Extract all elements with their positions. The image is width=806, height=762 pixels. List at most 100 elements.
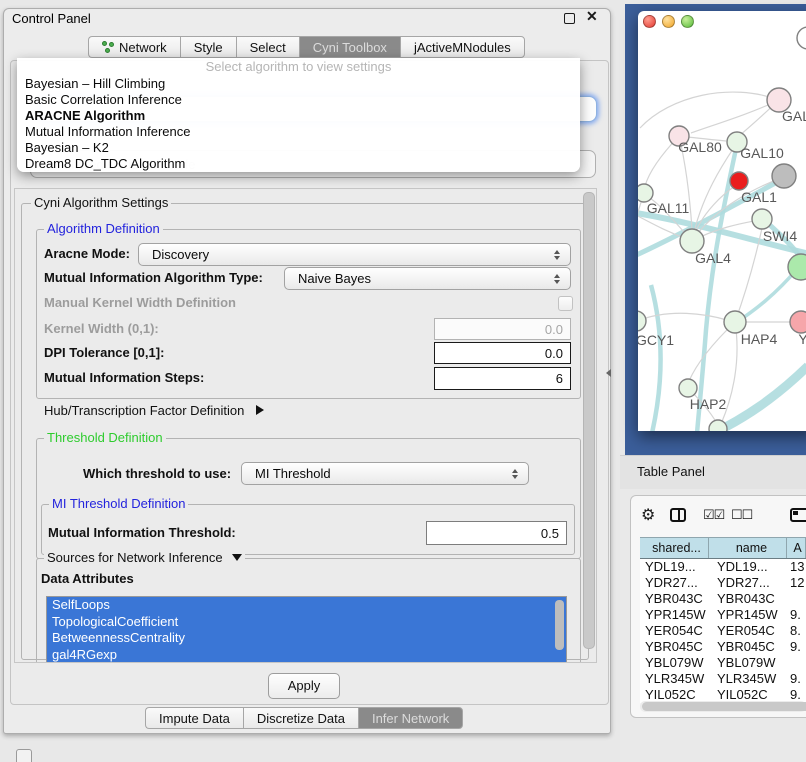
- table-header-row: shared...nameA: [640, 537, 806, 559]
- node-label: GAL4: [695, 250, 731, 266]
- network-canvas[interactable]: GALGAL80GAL10GAL1GAL11SWI4GAL4GCY1HAP4YH…: [638, 11, 806, 431]
- settings-scrollbar-thumb[interactable]: [583, 192, 595, 649]
- tab-style[interactable]: Style: [180, 36, 236, 58]
- select-all-checked-icon[interactable]: ☑☑: [703, 507, 724, 523]
- network-node-y[interactable]: [790, 311, 806, 333]
- attribute-item[interactable]: gal4RGexp: [47, 647, 566, 664]
- mi-steps-field[interactable]: 6: [434, 367, 571, 390]
- table-cell: YBL079W: [640, 655, 709, 671]
- node-label: Y: [798, 331, 806, 347]
- attribute-item[interactable]: BetweennessCentrality: [47, 630, 566, 647]
- mi-threshold-label: Mutual Information Threshold:: [48, 523, 236, 543]
- table-hscrollbar-thumb[interactable]: [642, 702, 806, 711]
- tab-network[interactable]: Network: [88, 36, 180, 58]
- mi-steps-label: Mutual Information Steps:: [44, 368, 204, 388]
- network-node-gal1[interactable]: [730, 172, 748, 190]
- mi-threshold-field[interactable]: 0.5: [426, 521, 567, 545]
- mi-algorithm-type-label: Mutual Information Algorithm Type:: [44, 268, 263, 288]
- tab-select[interactable]: Select: [236, 36, 299, 58]
- window-zoom-button[interactable]: [681, 15, 694, 28]
- table-row[interactable]: YLR345WYLR345W9.: [640, 671, 806, 687]
- table-row[interactable]: YDL19...YDL19...13: [640, 559, 806, 575]
- column-header[interactable]: A: [787, 538, 806, 558]
- table-row[interactable]: YBL079WYBL079W: [640, 655, 806, 671]
- dropdown-item[interactable]: Bayesian – K2: [17, 140, 580, 156]
- network-node-hap4[interactable]: [724, 311, 746, 333]
- table-panel-title: Table Panel: [637, 464, 705, 479]
- control-panel-title: Control Panel: [12, 11, 91, 26]
- splitter-collapse-arrow[interactable]: [606, 369, 611, 377]
- dropdown-item[interactable]: Dream8 DC_TDC Algorithm: [17, 156, 580, 172]
- window-minimize-button[interactable]: [662, 15, 675, 28]
- kernel-width-field[interactable]: 0.0: [434, 318, 571, 340]
- tab-label: Impute Data: [159, 708, 230, 729]
- tab-label: Cyni Toolbox: [313, 37, 387, 58]
- attribute-item[interactable]: TopologicalCoefficient: [47, 614, 566, 631]
- table-row[interactable]: YER054CYER054C8.: [640, 623, 806, 639]
- table-cell: YBR043C: [709, 591, 787, 607]
- tab-infer-network[interactable]: Infer Network: [358, 707, 463, 729]
- table-cell: [787, 591, 806, 607]
- table-row[interactable]: YPR145WYPR145W9.: [640, 607, 806, 623]
- tab-discretize-data[interactable]: Discretize Data: [243, 707, 358, 729]
- network-node-swi4[interactable]: [752, 209, 772, 229]
- which-threshold-combo[interactable]: MI Threshold: [241, 462, 529, 485]
- cyni-settings-area: Cyni Algorithm Settings Algorithm Defini…: [14, 188, 597, 663]
- node-label: GAL1: [741, 189, 777, 205]
- column-header[interactable]: shared...: [640, 538, 709, 558]
- aracne-mode-label: Aracne Mode:: [44, 244, 130, 264]
- data-attributes-list: SelfLoopsTopologicalCoefficientBetweenne…: [46, 596, 567, 663]
- table-cell: 9.: [787, 607, 806, 623]
- network-node-hap2[interactable]: [679, 379, 697, 397]
- table-cell: YBR043C: [640, 591, 709, 607]
- table-row[interactable]: YBR043CYBR043C: [640, 591, 806, 607]
- tab-label: jActiveMNodules: [414, 37, 511, 58]
- tab-impute-data[interactable]: Impute Data: [145, 707, 243, 729]
- select-none-unchecked-icon[interactable]: ☐☐: [731, 507, 752, 523]
- mi-threshold-definition-title: MI Threshold Definition: [49, 497, 188, 511]
- dropdown-item[interactable]: ARACNE Algorithm: [17, 108, 580, 124]
- stepper-icon: [549, 250, 565, 260]
- network-node-gcy1[interactable]: [638, 311, 646, 331]
- column-browser-icon[interactable]: [670, 508, 686, 522]
- hub-section-toggle[interactable]: Hub/Transcription Factor Definition: [44, 401, 264, 421]
- sources-title-text: Sources for Network Inference: [47, 550, 223, 565]
- table-cell: YDL19...: [640, 559, 709, 575]
- window-close-button[interactable]: [643, 15, 656, 28]
- tab-label: Select: [250, 37, 286, 58]
- apply-button[interactable]: Apply: [268, 673, 340, 699]
- dropdown-item[interactable]: Bayesian – Hill Climbing: [17, 76, 580, 92]
- manual-kernel-checkbox[interactable]: [558, 296, 573, 311]
- table-hscrollbar[interactable]: [640, 701, 806, 712]
- table-options-icon[interactable]: [790, 508, 806, 522]
- aracne-mode-combo[interactable]: Discovery: [138, 243, 571, 266]
- minimized-panel-icon[interactable]: [16, 749, 32, 762]
- close-icon[interactable]: ✕: [586, 8, 598, 25]
- tab-jactivemnodules[interactable]: jActiveMNodules: [400, 36, 525, 58]
- table-cell: YBR045C: [709, 639, 787, 655]
- table-cell: YLR345W: [640, 671, 709, 687]
- list-scrollbar-thumb[interactable]: [555, 600, 564, 650]
- manual-kernel-label: Manual Kernel Width Definition: [44, 293, 236, 313]
- table-row[interactable]: YDR27...YDR27...12: [640, 575, 806, 591]
- network-node[interactable]: [797, 27, 806, 49]
- network-node[interactable]: [709, 420, 727, 431]
- sources-group-title[interactable]: Sources for Network Inference: [44, 551, 245, 565]
- tab-label: Network: [119, 37, 167, 58]
- table-cell: 9.: [787, 639, 806, 655]
- settings-gear-icon[interactable]: ⚙: [641, 505, 655, 525]
- dpi-tolerance-label: DPI Tolerance [0,1]:: [44, 343, 164, 363]
- tab-cyni-toolbox[interactable]: Cyni Toolbox: [299, 36, 400, 58]
- attribute-item[interactable]: SelfLoops: [47, 597, 566, 614]
- column-header[interactable]: name: [709, 538, 787, 558]
- dpi-tolerance-field[interactable]: 0.0: [434, 342, 571, 364]
- expanded-arrow-icon: [232, 554, 242, 561]
- dropdown-item[interactable]: Mutual Information Inference: [17, 124, 580, 140]
- float-window-icon[interactable]: [564, 13, 575, 24]
- dropdown-item[interactable]: Basic Correlation Inference: [17, 92, 580, 108]
- mi-algorithm-type-combo[interactable]: Naive Bayes: [284, 267, 571, 290]
- table-row[interactable]: YBR045CYBR045C9.: [640, 639, 806, 655]
- network-node[interactable]: [772, 164, 796, 188]
- which-threshold-label: Which threshold to use:: [83, 464, 231, 484]
- node-attribute-table: shared...nameA YDL19...YDL19...13YDR27..…: [640, 537, 806, 703]
